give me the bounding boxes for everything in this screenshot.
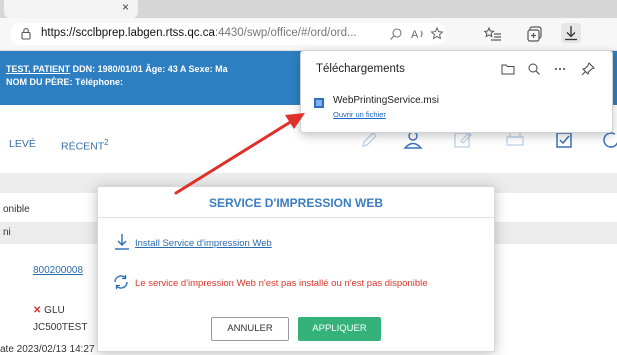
lock-icon[interactable] <box>20 27 32 40</box>
sync-error-icon <box>114 275 128 289</box>
test-code: JC500TEST <box>33 322 88 333</box>
nav-recent-label: RÉCENT <box>61 140 105 153</box>
patient-father-line: NOM DU PÈRE: Téléphone: <box>6 77 124 87</box>
pin-icon[interactable] <box>581 62 595 76</box>
cancel-button[interactable]: ANNULER <box>211 317 289 341</box>
open-file-link[interactable]: Ouvrir un fichier <box>333 110 386 119</box>
install-service-link[interactable]: Install Service d'impression Web <box>135 238 272 249</box>
download-install-icon[interactable] <box>113 232 131 252</box>
test-name: GLU <box>44 305 65 316</box>
row-date: ate 2023/02/13 14:27 <box>0 344 95 355</box>
open-folder-icon[interactable] <box>501 62 515 76</box>
collections-icon[interactable] <box>526 25 544 43</box>
address-bar[interactable]: https://scclbprep.labgen.rtss.qc.ca:4430… <box>10 23 446 45</box>
browser-toolbar: https://scclbprep.labgen.rtss.qc.ca:4430… <box>0 18 617 51</box>
nav-item-recent[interactable]: RÉCENT2 <box>61 138 109 153</box>
dialog-divider <box>98 217 494 218</box>
dialog-title: SERVICE D'IMPRESSION WEB <box>209 196 383 210</box>
download-filename[interactable]: WebPrintingService.msi <box>333 95 439 106</box>
row-label-text: ni <box>3 227 11 238</box>
patient-name[interactable]: TEST, PATIENT <box>6 64 70 74</box>
favorites-list-icon[interactable] <box>484 25 502 43</box>
read-aloud-icon[interactable]: A <box>410 26 426 42</box>
web-print-dialog: SERVICE D'IMPRESSION WEB Install Service… <box>97 186 495 352</box>
service-unavailable-message: Le service d'impression Web n'est pas in… <box>135 278 428 289</box>
tab-close-icon[interactable]: × <box>122 1 129 13</box>
url-text[interactable]: https://scclbprep.labgen.rtss.qc.ca:4430… <box>41 27 357 39</box>
favorite-star-icon[interactable] <box>430 26 446 42</box>
apply-button[interactable]: APPLIQUER <box>298 317 381 341</box>
url-host: https://scclbprep.labgen.rtss.qc.ca <box>41 27 215 39</box>
downloads-flyout: Téléchargements WebPrintingService.msi O… <box>300 50 613 133</box>
msi-file-icon <box>314 98 324 108</box>
downloads-title: Téléchargements <box>316 63 405 75</box>
nav-item-leve[interactable]: LEVÉ <box>9 138 36 150</box>
more-options-icon[interactable] <box>553 62 567 76</box>
svg-text:A: A <box>411 29 419 41</box>
url-path: :4430/swp/office/#/ord/ord... <box>214 27 357 39</box>
download-icon[interactable] <box>561 23 581 43</box>
test-row-glu: ✕ GLU <box>33 305 65 316</box>
tab-strip: × <box>0 0 617 19</box>
recent-count-badge: 2 <box>104 138 109 147</box>
browser-tab[interactable]: × <box>4 0 138 18</box>
search-page-icon[interactable] <box>388 26 404 42</box>
patient-details: DDN: 1980/01/01 Âge: 43 A Sexe: Ma <box>70 64 228 74</box>
patient-info-line: TEST, PATIENT DDN: 1980/01/01 Âge: 43 A … <box>6 64 228 74</box>
sample-id-link[interactable]: 800200008 <box>33 265 83 276</box>
x-mark-icon: ✕ <box>33 305 42 316</box>
search-downloads-icon[interactable] <box>527 62 541 76</box>
row-status-text: onible <box>3 204 30 215</box>
